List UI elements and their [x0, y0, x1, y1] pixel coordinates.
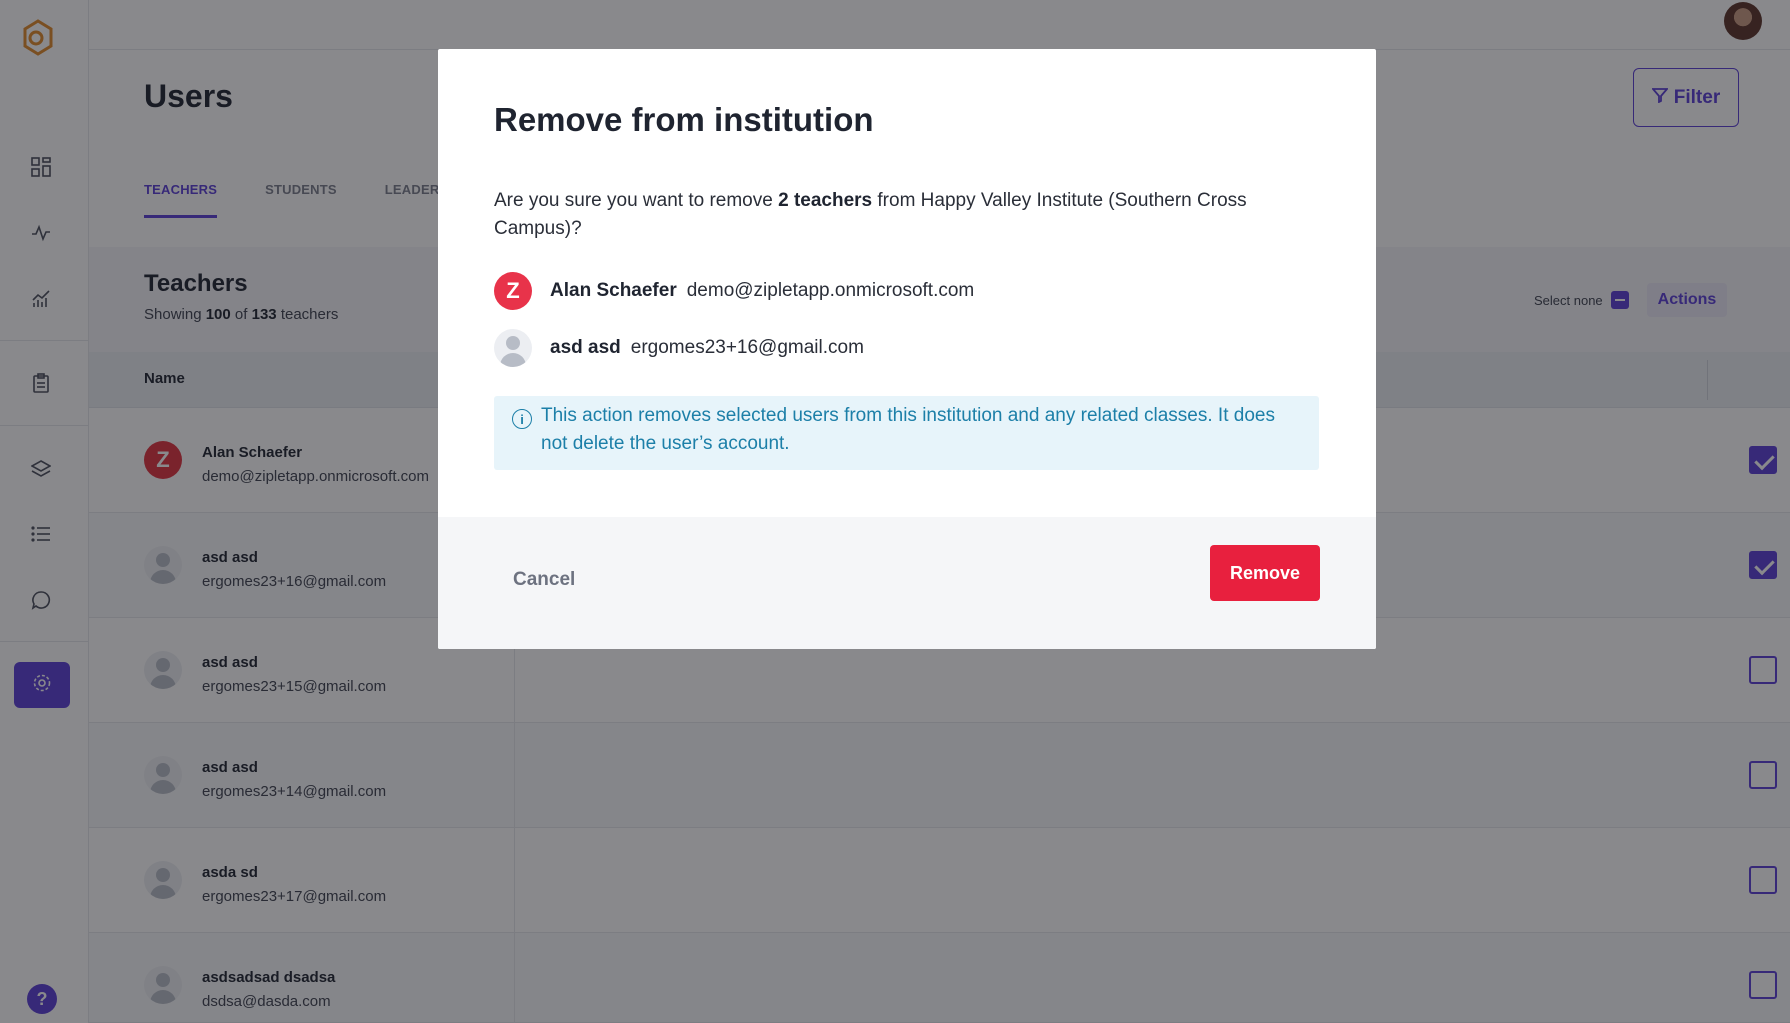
- dialog-user-email: ergomes23+16@gmail.com: [630, 337, 864, 358]
- dialog-user-item: Z Alan Schaefer demo@zipletapp.onmicroso…: [494, 272, 974, 310]
- dialog-user-email: demo@zipletapp.onmicrosoft.com: [686, 280, 975, 301]
- dialog-user-item: asd asd ergomes23+16@gmail.com: [494, 329, 864, 367]
- dialog-user-name: asd asd: [550, 337, 621, 358]
- remove-dialog: Remove from institution Are you sure you…: [438, 49, 1376, 649]
- info-icon: i: [512, 409, 532, 429]
- avatar: Z: [494, 272, 532, 310]
- info-notice: i This action removes selected users fro…: [494, 396, 1319, 470]
- dialog-message: Are you sure you want to remove 2 teache…: [494, 190, 1247, 239]
- dialog-user-name: Alan Schaefer: [550, 280, 677, 301]
- avatar: [494, 329, 532, 367]
- info-text: This action removes selected users from …: [541, 405, 1275, 454]
- remove-button[interactable]: Remove: [1210, 545, 1320, 601]
- dialog-footer: Cancel Remove: [438, 517, 1376, 649]
- dialog-title: Remove from institution: [494, 101, 874, 138]
- cancel-button[interactable]: Cancel: [513, 569, 575, 591]
